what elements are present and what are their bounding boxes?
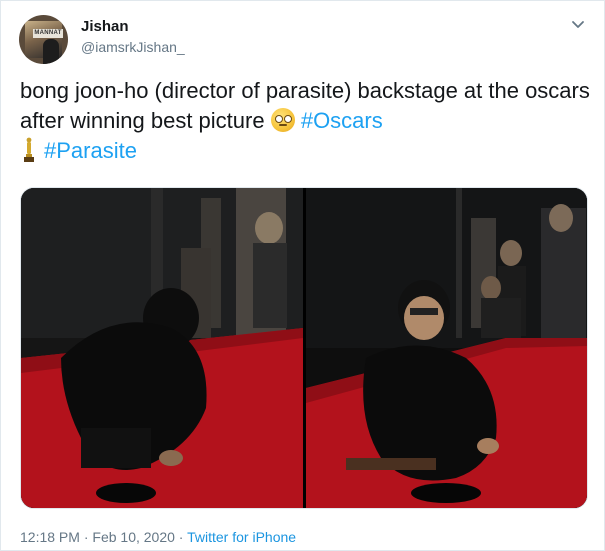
avatar[interactable]: MANNAT (19, 15, 68, 64)
tweet-date[interactable]: Feb 10, 2020 (92, 529, 175, 545)
rolling-eyes-emoji-icon (270, 108, 295, 132)
chevron-down-icon[interactable] (569, 15, 587, 33)
oscar-trophy-icon (24, 137, 34, 162)
tweet-source-link[interactable]: Twitter for iPhone (187, 529, 296, 545)
hashtag-parasite-link[interactable]: #Parasite (44, 138, 137, 163)
user-display-name[interactable]: Jishan (81, 18, 129, 35)
photo-left[interactable] (21, 188, 303, 508)
tweet-meta: 12:18 PM · Feb 10, 2020 · Twitter for iP… (20, 529, 296, 545)
tweet-time[interactable]: 12:18 PM (20, 529, 80, 545)
meta-separator: · (178, 529, 184, 545)
avatar-sign-text: MANNAT (33, 29, 63, 38)
meta-separator: · (83, 529, 89, 545)
avatar-photo: MANNAT (25, 21, 63, 64)
media-grid (20, 187, 588, 509)
user-handle[interactable]: @iamsrkJishan_ (81, 39, 185, 55)
photo-right[interactable] (306, 188, 587, 508)
hashtag-oscars-link[interactable]: #Oscars (301, 108, 383, 133)
tweet-text: bong joon-ho (director of parasite) back… (20, 76, 590, 166)
avatar-person (43, 39, 59, 64)
tweet-card: MANNAT Jishan @iamsrkJishan_ bong joon-h… (0, 0, 605, 551)
